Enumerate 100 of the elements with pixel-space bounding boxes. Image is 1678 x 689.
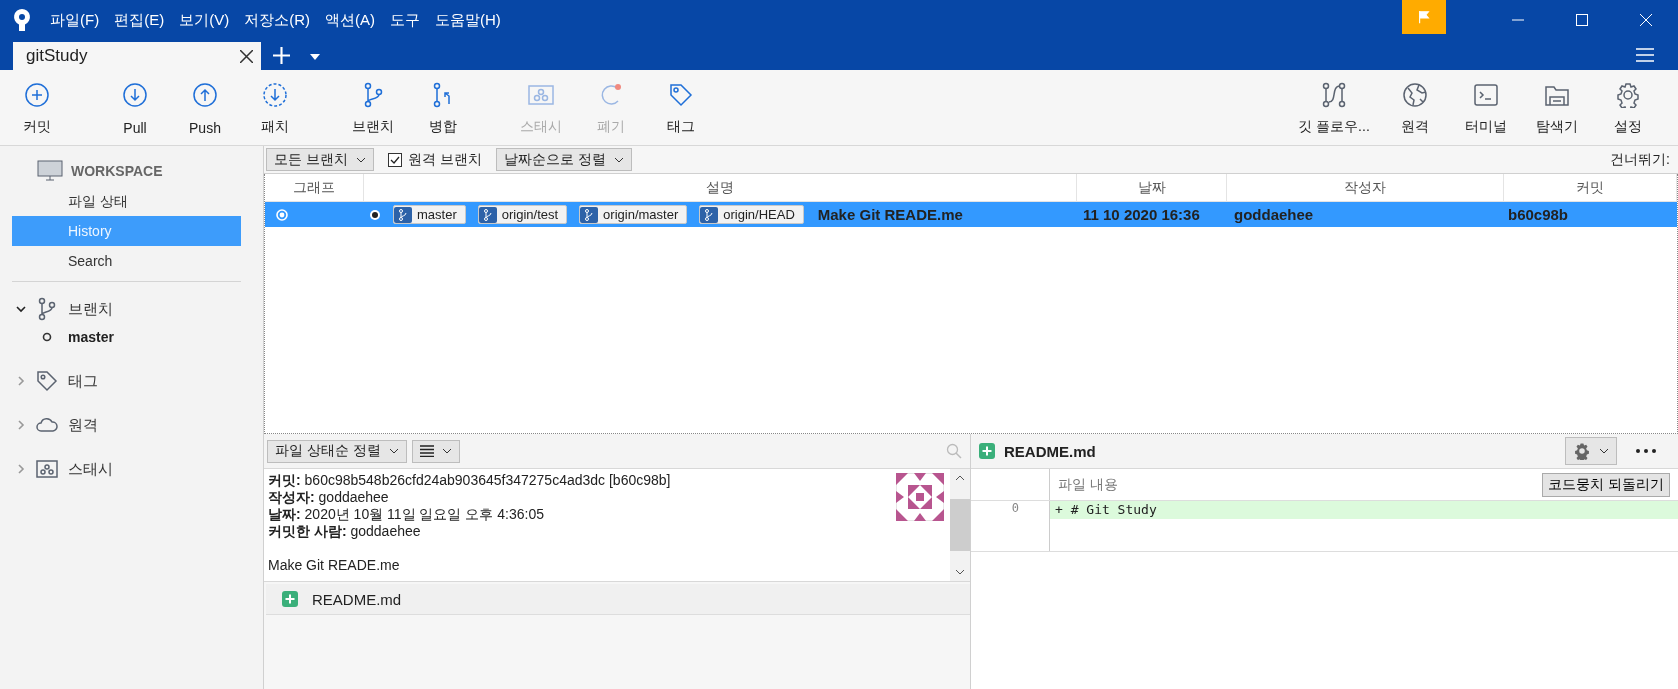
menu-item[interactable]: 도움말(H) [435,10,501,30]
file-row[interactable]: README.md [266,584,970,615]
toolbar-button[interactable]: 병합 [408,75,478,140]
date-cell-text: 11 10 2020 16:36 [1082,205,1201,225]
collapsed-chevron-icon[interactable] [16,376,26,386]
file-name: README.md [1004,442,1096,460]
chevron-down-icon [388,448,399,454]
menu-icon[interactable] [1636,48,1654,62]
checked-checkbox[interactable] [387,152,402,167]
app-logo-icon [12,8,32,32]
chevron-down-icon [441,448,452,454]
down-arrow-circle-icon [122,81,148,108]
flag-icon [1417,9,1431,25]
menu-item[interactable]: 액션(A) [325,10,375,30]
up-arrow-circle-icon [192,81,218,108]
toolbar-button[interactable]: 탐색기 [1521,75,1592,140]
terminal-icon [1472,81,1499,108]
repo-tab[interactable]: gitStudy [13,42,261,70]
globe-icon [1401,81,1428,108]
list-icon [419,445,434,457]
author-cell-text: goddaehee [1233,205,1315,225]
branch-icon [700,206,719,223]
sidebar-group[interactable]: 태그 [68,371,98,391]
added-file-icon [282,591,298,607]
commit-message: Make Git READE.me [268,557,401,574]
toolbar-button[interactable]: 설정 [1592,75,1663,140]
toolbar-button[interactable]: 브랜치 [338,75,408,140]
sidebar-group[interactable]: 스태시 [68,459,113,479]
monitor-icon [37,160,63,182]
head-dot-icon [369,208,381,221]
column-header[interactable]: 그래프 [265,174,364,201]
settings-icon [1614,81,1641,108]
settings-dropdown[interactable] [1565,437,1617,465]
collapsed-chevron-icon[interactable] [16,420,26,430]
sort-dropdown[interactable]: 날짜순으로 정렬 [495,148,632,171]
expanded-chevron-icon[interactable] [16,304,26,314]
commit-detail-line: 작성자: goddaehee [268,489,390,506]
added-file-icon [979,443,995,459]
fetch-icon [262,81,288,108]
commit-detail-line: 커밋: b60c98b548b26cfd24ab903645f347275c4ad3dc [b60c98b] [268,472,672,489]
menu-item[interactable]: 저장소(R) [244,10,310,30]
caret-icon[interactable] [310,54,320,60]
branch-label[interactable]: origin/HEAD [699,205,804,224]
skip-label: 건너뛰기: [1610,150,1670,169]
scroll-down-icon[interactable] [955,569,965,575]
sidebar-item[interactable]: Search [12,246,241,276]
toolbar-button[interactable]: 패치 [240,75,310,140]
scrollbar-thumb[interactable] [950,499,970,551]
branch-label[interactable]: master [393,205,466,224]
stash-icon [36,457,58,481]
tag-icon [668,81,694,108]
toolbar-button[interactable]: 커밋 [2,75,72,140]
hunk-header: 파일 내용 [1058,475,1118,494]
toolbar-button[interactable]: 원격 [1379,75,1450,140]
commit-detail-line: 날짜: 2020년 10월 11일 일요일 오후 4:36:05 [268,506,545,523]
menu-item[interactable]: 파일(F) [50,10,100,30]
column-header[interactable]: 설명 [364,174,1077,201]
toolbar-button[interactable]: 태그 [646,75,716,140]
tag-icon [36,369,58,393]
menu-item[interactable]: 도구 [390,10,420,30]
maximize-icon[interactable] [1576,14,1588,26]
scroll-up-icon[interactable] [955,475,965,481]
chevron-down-icon [1599,448,1609,454]
commit-hash-cell-text: b60c98b [1507,205,1570,225]
plus-icon[interactable] [273,47,290,64]
branch-dot-icon [42,332,52,342]
sidebar-item[interactable]: 파일 상태 [12,186,241,216]
toolbar-button[interactable]: 터미널 [1450,75,1521,140]
toolbar-button[interactable]: Pull [100,75,170,140]
branch-icon [478,206,497,223]
commit-message: Make Git READE.me [817,206,963,223]
more-icon[interactable] [1636,449,1656,453]
branch-label[interactable]: origin/master [579,205,688,224]
revert-hunk-button[interactable]: 코드뭉치 되돌리기 [1542,472,1670,497]
file-name: README.md [312,590,402,608]
sidebar-group[interactable]: 브랜치 [68,299,113,319]
chevron-down-icon [355,156,366,163]
menu-item[interactable]: 편집(E) [114,10,165,30]
checkbox-label: 원격 브랜치 [407,150,482,169]
menu-item[interactable]: 보기(V) [179,10,230,30]
sidebar-group[interactable]: 원격 [68,415,98,435]
close-icon[interactable] [240,49,253,63]
branch-label[interactable]: origin/test [477,205,568,224]
section-title: WORKSPACE [71,163,163,179]
commit-detail-line: 커밋한 사람: goddaehee [268,523,422,540]
identicon-drawing [896,473,944,521]
branch-icon [580,206,599,223]
gear-icon [1573,442,1591,460]
sort-dropdown[interactable]: 파일 상태순 정렬 [267,439,407,463]
branch-item[interactable]: master [68,329,114,345]
toolbar-button[interactable]: 깃 플로우... [1289,75,1379,140]
branch-dropdown[interactable]: 모든 브랜치 [266,148,374,171]
toolbar-button[interactable]: Push [170,75,240,140]
commit-row[interactable]: master origin/test origin/master origin/HEAD Make Git READE.me 11 10 2020 16:36 goddaehee b60c98b [265,202,1677,227]
column-header[interactable]: 커밋 [1504,174,1677,201]
view-dropdown[interactable] [411,439,460,463]
column-header[interactable]: 날짜 [1077,174,1227,201]
collapsed-chevron-icon[interactable] [16,464,26,474]
chevron-down-icon [613,156,624,163]
column-header[interactable]: 작성자 [1227,174,1504,201]
